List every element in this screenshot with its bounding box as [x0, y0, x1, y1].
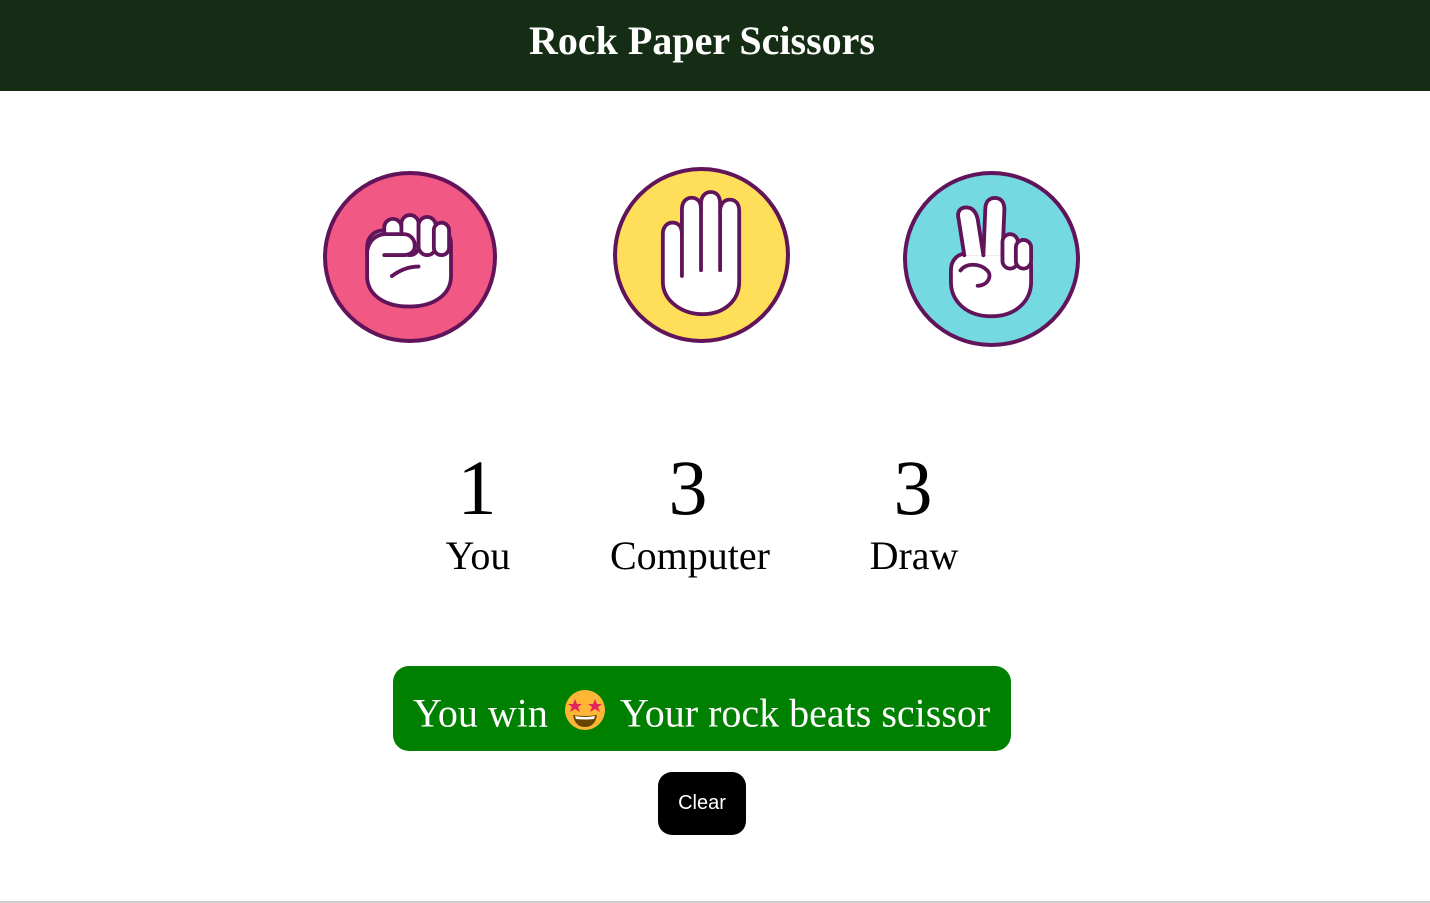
- page-title: Rock Paper Scissors: [529, 18, 875, 63]
- peace-hand-icon: [949, 196, 1034, 319]
- result-prefix: You win: [413, 690, 548, 736]
- computer-score-label: Computer: [610, 533, 770, 578]
- fist-icon: [365, 213, 453, 309]
- player-score-label: You: [445, 533, 511, 578]
- clear-button[interactable]: Clear: [658, 772, 746, 835]
- paper-choice-button[interactable]: [613, 167, 790, 343]
- result-banner: You win Your rock beats scissor: [393, 666, 1011, 751]
- star-struck-emoji-icon: [564, 689, 605, 730]
- rock-choice-button[interactable]: [323, 171, 497, 343]
- header-bar: Rock Paper Scissors: [0, 0, 1430, 91]
- scissors-choice-button[interactable]: [903, 171, 1080, 347]
- player-score-value: 1: [457, 444, 497, 531]
- computer-score-value: 3: [668, 444, 708, 531]
- draw-score-value: 3: [893, 444, 933, 531]
- result-message: Your rock beats scissor: [619, 690, 991, 736]
- open-hand-icon: [660, 190, 742, 317]
- draw-score-label: Draw: [869, 533, 959, 578]
